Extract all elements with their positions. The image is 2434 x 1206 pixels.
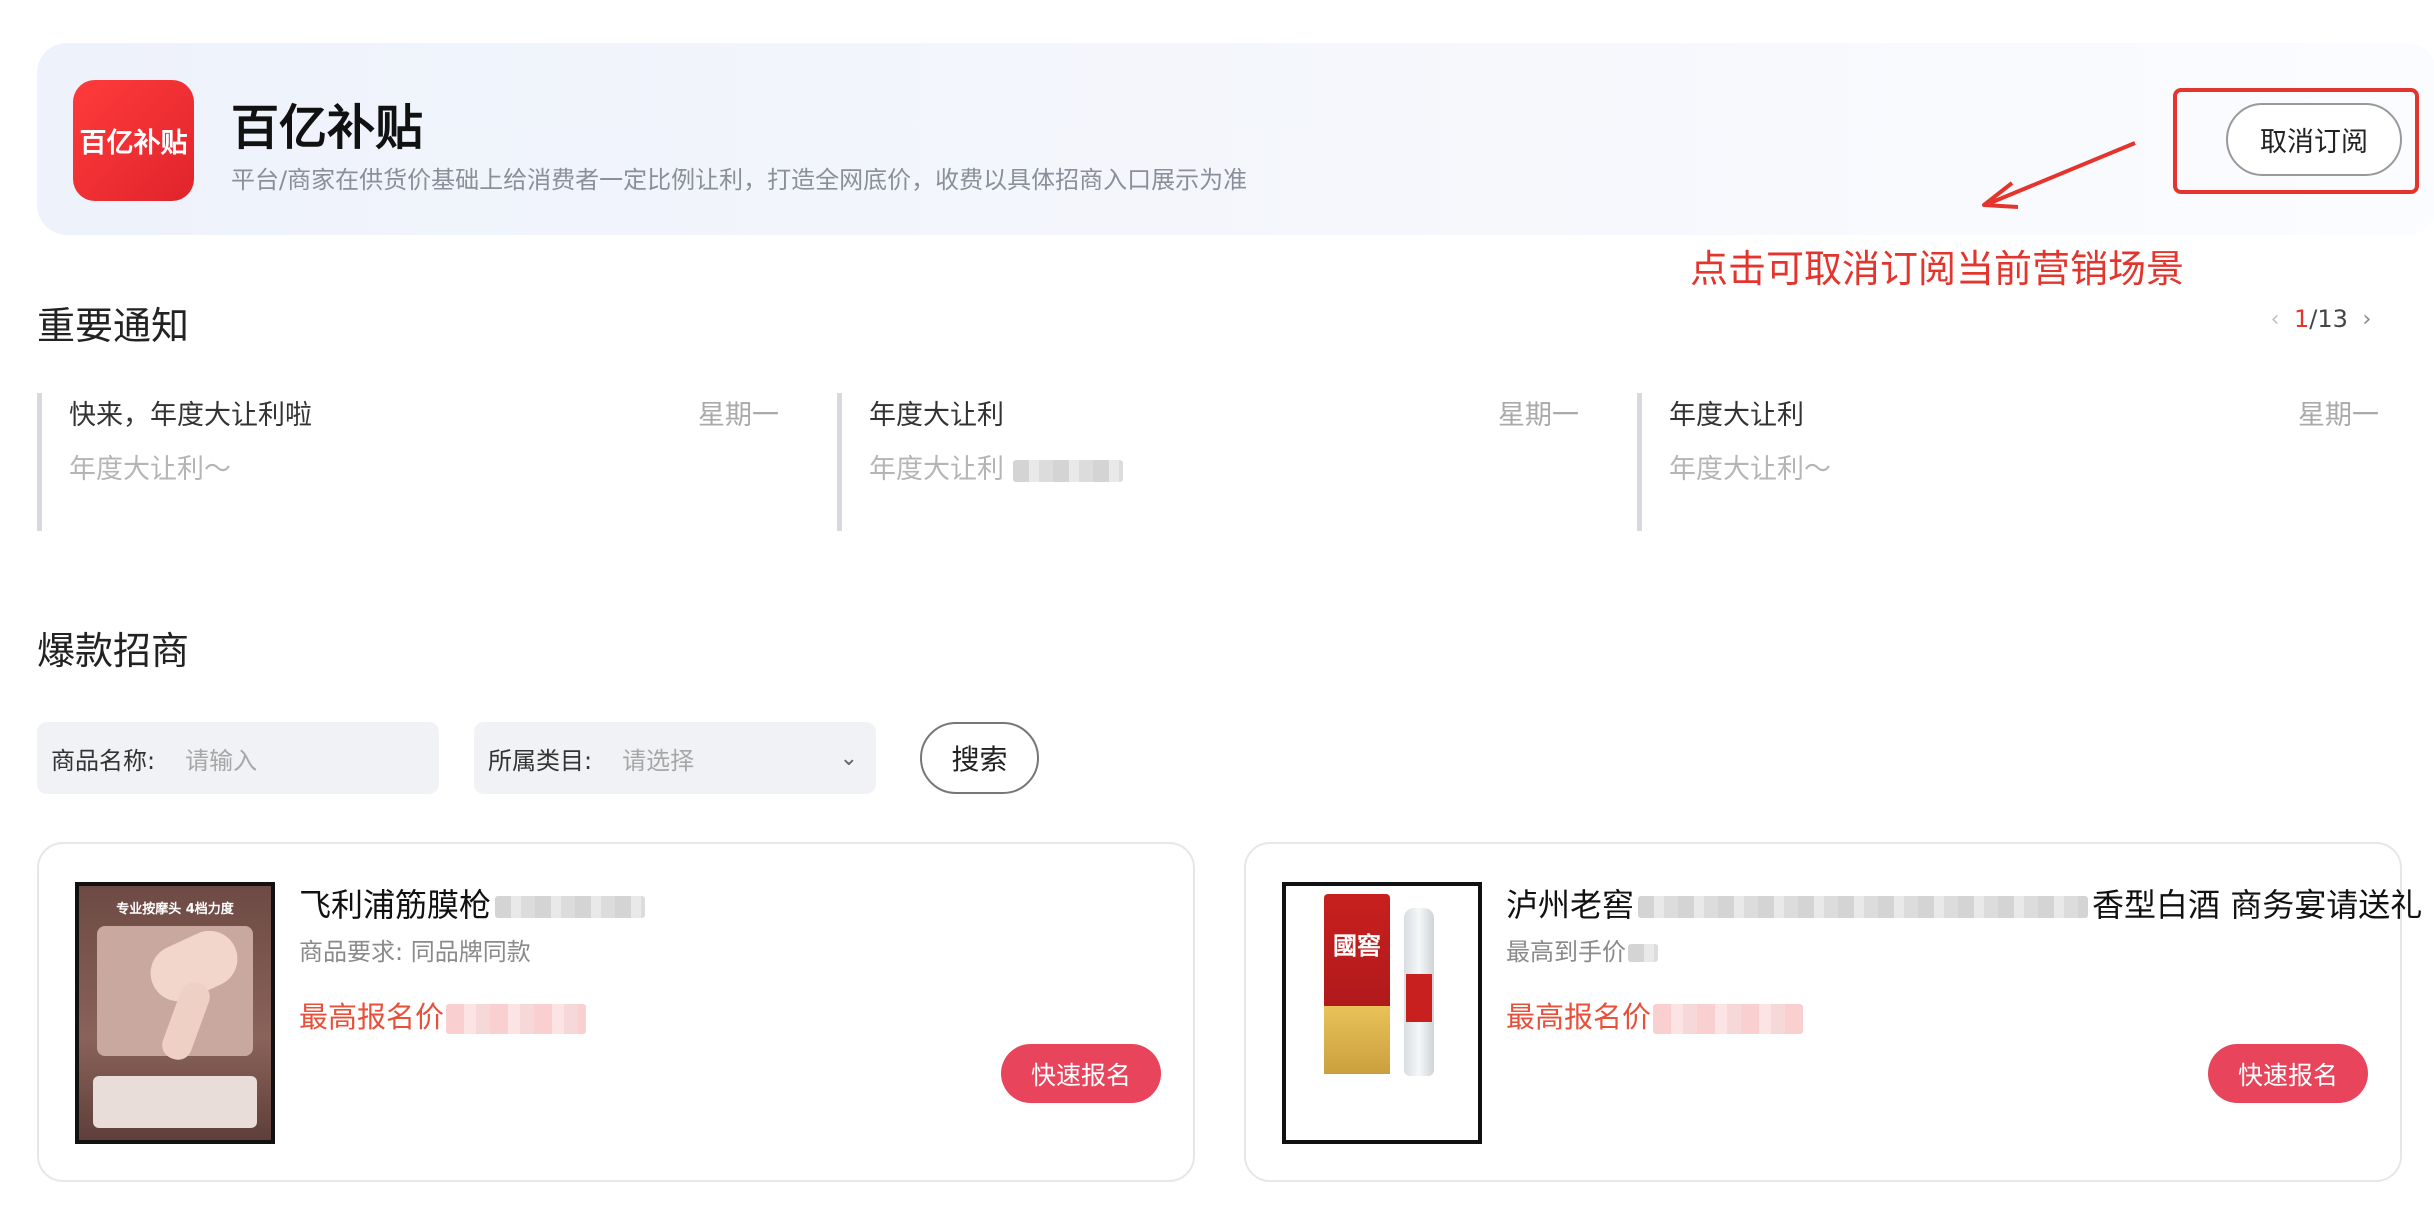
notice-title: 快来，年度大让利啦 <box>69 400 312 431</box>
notice-date: 星期一 <box>2298 400 2379 431</box>
product-name-label: 商品名称: <box>51 746 156 775</box>
quick-register-button[interactable]: 快速报名 <box>1001 1044 1161 1103</box>
notice-title: 年度大让利 <box>869 400 1004 431</box>
search-button[interactable]: 搜索 <box>920 722 1039 794</box>
pager-prev-icon[interactable]: ‹ <box>2262 307 2288 332</box>
redacted-text <box>1638 896 2089 918</box>
category-select[interactable]: 请选择 <box>622 741 694 776</box>
notice-body: 年度大让利～ <box>69 454 231 485</box>
redacted-price <box>446 1004 587 1034</box>
product-requirement: 最高到手价 <box>1506 932 1658 967</box>
product-card: 國窖 泸州老窖 香型白酒 商务宴请送礼 最高到手价 最高报名价 快速报名 <box>1244 842 2422 1182</box>
quick-register-button[interactable]: 快速报名 <box>2208 1044 2368 1103</box>
product-name-filter[interactable]: 商品名称: 请输入 <box>37 722 439 794</box>
pager-total: /13 <box>2309 305 2348 333</box>
annotation-text: 点击可取消订阅当前营销场景 <box>1690 247 2185 291</box>
notice-title: 年度大让利 <box>1669 400 1804 431</box>
product-card: 专业按摩头 4档力度 飞利浦筋膜枪 商品要求: 同品牌同款 最高报名价 快速报名 <box>37 842 1195 1182</box>
redacted-text <box>1012 459 1123 482</box>
hot-section-title: 爆款招商 <box>37 629 190 673</box>
redacted-text <box>1628 944 1658 962</box>
chevron-down-icon[interactable]: ⌄ <box>840 746 858 771</box>
notice-date: 星期一 <box>698 400 779 431</box>
category-filter[interactable]: 所属类目: 请选择 ⌄ <box>474 722 876 794</box>
notice-card[interactable]: 年度大让利 星期一 年度大让利 <box>837 393 1579 531</box>
thumb-brand: 國窖 <box>1333 932 1381 960</box>
notices-pager: ‹ 1/13 › <box>2262 305 2380 333</box>
annotation-arrow-icon <box>1982 141 2136 209</box>
cancel-subscription-button[interactable]: 取消订阅 <box>2226 103 2402 176</box>
notice-card[interactable]: 年度大让利 星期一 年度大让利～ <box>1637 393 2379 531</box>
notice-date: 星期一 <box>1498 400 1579 431</box>
page-subtitle: 平台/商家在供货价基础上给消费者一定比例让利，打造全网底价，收费以具体招商入口展… <box>231 166 1248 194</box>
notice-card[interactable]: 快来，年度大让利啦 星期一 年度大让利～ <box>37 393 779 531</box>
product-name: 泸州老窖 香型白酒 商务宴请送礼 <box>1506 886 2423 924</box>
redacted-price <box>1653 1004 1804 1034</box>
notice-body: 年度大让利 <box>869 447 1123 486</box>
notices-section-title: 重要通知 <box>37 304 190 348</box>
liquor-bottle-image: 國窖 <box>1282 882 1482 1144</box>
baiyi-butie-logo: 百亿补贴 <box>73 80 194 201</box>
product-price: 最高报名价 <box>299 994 587 1036</box>
pager-next-icon[interactable]: › <box>2354 307 2380 332</box>
category-label: 所属类目: <box>488 746 593 775</box>
thumb-headline: 专业按摩头 4档力度 <box>116 902 234 917</box>
redacted-text <box>495 896 646 918</box>
pager-current: 1 <box>2294 305 2310 333</box>
page-title: 百亿补贴 <box>231 100 424 156</box>
notice-body: 年度大让利～ <box>1669 454 1831 485</box>
product-name-input[interactable]: 请输入 <box>185 741 257 776</box>
product-requirement: 商品要求: 同品牌同款 <box>299 938 531 966</box>
product-name: 飞利浦筋膜枪 <box>299 880 646 926</box>
massage-gun-image: 专业按摩头 4档力度 <box>75 882 275 1144</box>
product-price: 最高报名价 <box>1506 994 1804 1036</box>
